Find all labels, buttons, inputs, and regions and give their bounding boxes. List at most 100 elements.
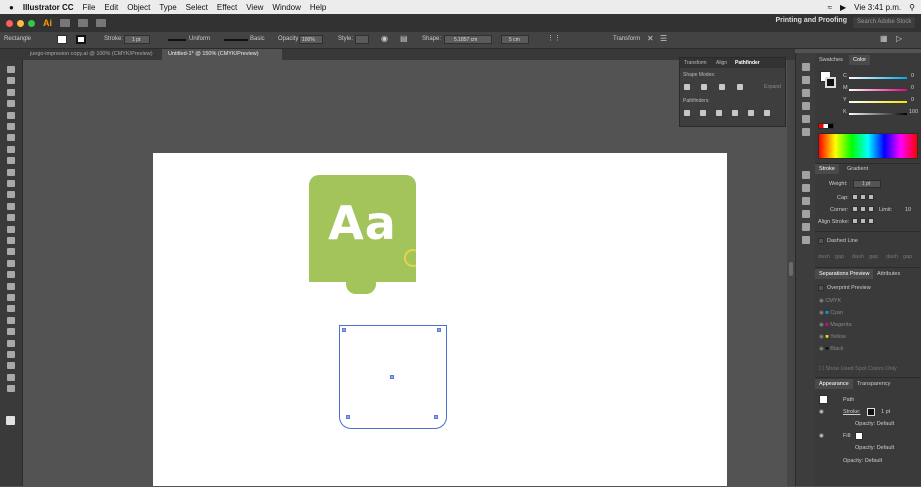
transform-link[interactable]: Transform <box>613 36 640 42</box>
dash-field-1[interactable]: dash <box>818 254 830 260</box>
align-center-icon[interactable] <box>852 218 858 224</box>
channel-c-value[interactable]: 0 <box>911 73 914 79</box>
butt-cap-icon[interactable] <box>852 194 858 200</box>
type-tool-icon[interactable] <box>7 134 15 142</box>
tab-gradient[interactable]: Gradient <box>843 164 872 174</box>
ink-row-magenta[interactable]: ◉ ■ Magenta <box>819 322 852 328</box>
stroke-visibility-icon[interactable]: ◉ <box>819 409 824 415</box>
artboard[interactable] <box>153 153 727 486</box>
paintbrush-tool-icon[interactable] <box>7 168 15 176</box>
artboards-panel-icon[interactable] <box>802 63 810 71</box>
panel-toggle-icon[interactable]: ▦ <box>880 34 888 43</box>
corner-radius-icon[interactable]: ⋮⋮ <box>547 34 561 42</box>
menu-effect[interactable]: Effect <box>217 3 237 12</box>
free-transform-tool-icon[interactable] <box>7 248 15 256</box>
align-outside-icon[interactable] <box>868 218 874 224</box>
tab-transform[interactable]: Transform <box>684 60 707 66</box>
stock-search-input[interactable]: Search Adobe Stock <box>853 17 915 28</box>
tab-separations-preview[interactable]: Separations Preview <box>815 269 874 279</box>
round-join-icon[interactable] <box>860 206 866 212</box>
menu-type[interactable]: Type <box>159 3 176 12</box>
tab-color[interactable]: Color <box>849 55 871 65</box>
close-window-button[interactable] <box>6 19 13 27</box>
app-menu[interactable]: Illustrator CC <box>23 3 74 12</box>
artboard-tool-icon[interactable] <box>7 351 15 358</box>
zoom-tool-icon[interactable] <box>7 385 15 393</box>
menu-select[interactable]: Select <box>186 3 208 12</box>
brush-dropdown[interactable]: Basic <box>250 36 265 42</box>
pen-tool-icon[interactable] <box>7 111 15 119</box>
appearance-opacity-1[interactable]: Opacity: Default <box>855 421 894 427</box>
symbol-sprayer-tool-icon[interactable] <box>7 328 15 336</box>
dash-field-3[interactable]: dash <box>886 254 898 260</box>
unite-icon[interactable] <box>684 84 690 90</box>
tab-transparency[interactable]: Transparency <box>853 379 894 389</box>
gap-field-2[interactable]: gap <box>869 254 878 260</box>
blend-tool-icon[interactable] <box>7 316 15 324</box>
tab-swatches[interactable]: Swatches <box>815 55 847 65</box>
channel-k-slider[interactable] <box>849 113 907 115</box>
profile-dropdown[interactable]: Uniform <box>189 36 210 42</box>
tab-untitled-1[interactable]: Untitled-1* @ 150% (CMYK/Preview) <box>162 49 282 60</box>
align-icon[interactable]: ▤ <box>400 34 408 43</box>
limit-value[interactable]: 10 <box>905 207 911 213</box>
gradient-tool-icon[interactable] <box>7 294 15 301</box>
isolate-icon[interactable]: ✕ <box>647 34 654 43</box>
appearance-stroke-value[interactable]: 1 pt <box>881 409 890 415</box>
arrange-documents-icon[interactable] <box>78 19 88 27</box>
brushes-panel-icon[interactable] <box>802 128 810 136</box>
width-tool-icon[interactable] <box>7 237 15 244</box>
green-card-tab[interactable] <box>346 274 376 294</box>
menu-object[interactable]: Object <box>127 3 150 12</box>
menu-help[interactable]: Help <box>310 3 326 12</box>
exclude-icon[interactable] <box>737 84 743 90</box>
height-field[interactable]: 5 cm <box>501 35 529 44</box>
appearance-opacity-2[interactable]: Opacity: Default <box>855 445 894 451</box>
minimize-window-button[interactable] <box>17 19 24 27</box>
round-cap-icon[interactable] <box>860 194 866 200</box>
hand-tool-icon[interactable] <box>7 373 15 381</box>
control-menu-icon[interactable]: ☰ <box>660 34 667 43</box>
opacity-label[interactable]: Opacity: <box>278 36 300 42</box>
aa-text[interactable]: Aa <box>309 196 416 250</box>
channel-c-slider[interactable] <box>849 77 907 79</box>
bridge-icon[interactable] <box>60 19 70 27</box>
stroke-swatch[interactable] <box>76 35 86 44</box>
anchor-point[interactable] <box>346 415 350 419</box>
minus-front-icon[interactable] <box>701 84 707 90</box>
graphic-styles-panel-icon[interactable] <box>802 115 810 123</box>
rotate-tool-icon[interactable] <box>7 214 15 222</box>
scale-tool-icon[interactable] <box>7 225 15 233</box>
gap-field-1[interactable]: gap <box>835 254 844 260</box>
magic-wand-tool-icon[interactable] <box>7 88 15 96</box>
panel-toggle-icon-2[interactable]: ▷ <box>896 34 902 43</box>
divide-icon[interactable] <box>684 110 690 116</box>
menu-edit[interactable]: Edit <box>104 3 118 12</box>
intersect-icon[interactable] <box>719 84 725 90</box>
channel-m-value[interactable]: 0 <box>911 85 914 91</box>
rectangle-tool-icon[interactable] <box>7 157 15 165</box>
volume-icon[interactable]: ▶ <box>840 3 846 12</box>
stroke-weight-field[interactable]: 1 pt <box>124 35 150 44</box>
weight-field[interactable]: 1 pt <box>853 180 881 188</box>
menu-window[interactable]: Window <box>272 3 300 12</box>
curvature-tool-icon[interactable] <box>7 123 15 130</box>
pencil-tool-icon[interactable] <box>7 191 15 199</box>
anchor-point[interactable] <box>434 415 438 419</box>
gpu-icon[interactable] <box>96 19 106 27</box>
perspective-tool-icon[interactable] <box>7 271 15 279</box>
eyedropper-tool-icon[interactable] <box>7 305 15 313</box>
overprint-checkbox[interactable] <box>818 285 824 291</box>
navigator-panel-icon[interactable] <box>802 223 810 231</box>
ink-row-yellow[interactable]: ◉ ■ Yellow <box>819 334 846 340</box>
type-panel-icon[interactable] <box>802 184 810 192</box>
links-panel-icon[interactable] <box>802 102 810 110</box>
channel-k-value[interactable]: 100 <box>909 109 918 115</box>
dashed-line-checkbox[interactable] <box>818 238 824 244</box>
miter-join-icon[interactable] <box>852 206 858 212</box>
align-inside-icon[interactable] <box>860 218 866 224</box>
selected-path[interactable] <box>339 325 447 429</box>
appearance-opacity-3[interactable]: Opacity: Default <box>843 458 882 464</box>
appearance-stroke-label[interactable]: Stroke: <box>843 409 860 415</box>
expand-button[interactable]: Expand <box>764 84 781 90</box>
